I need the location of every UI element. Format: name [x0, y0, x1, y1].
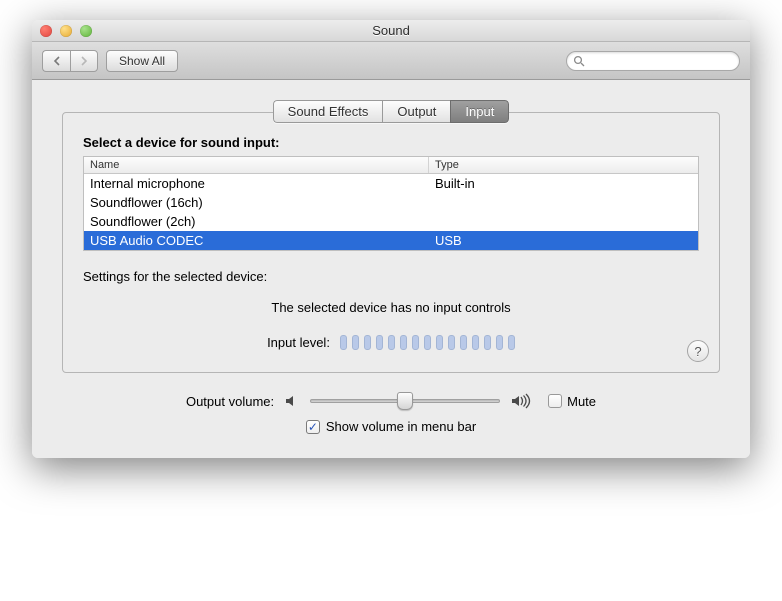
search-input[interactable] [589, 54, 733, 68]
level-led [400, 335, 407, 350]
level-led [436, 335, 443, 350]
device-type: USB [429, 232, 698, 249]
level-led [460, 335, 467, 350]
toolbar: Show All [32, 42, 750, 80]
bottom-controls: Output volume: Mute ✓ Show volume in men… [62, 393, 720, 434]
speaker-low-icon [284, 393, 300, 409]
input-panel: Select a device for sound input: Name Ty… [62, 112, 720, 373]
show-volume-label: Show volume in menu bar [326, 419, 476, 434]
checkbox-icon [548, 394, 562, 408]
device-row[interactable]: USB Audio CODEC USB [84, 231, 698, 250]
select-device-label: Select a device for sound input: [83, 135, 699, 150]
column-name[interactable]: Name [84, 157, 429, 173]
content-area: Sound Effects Output Input Select a devi… [32, 80, 750, 458]
level-led [448, 335, 455, 350]
column-type[interactable]: Type [429, 157, 698, 173]
help-button[interactable]: ? [687, 340, 709, 362]
show-volume-checkbox[interactable]: ✓ Show volume in menu bar [306, 419, 476, 434]
mute-label: Mute [567, 394, 596, 409]
device-name: Soundflower (16ch) [84, 194, 429, 211]
tab-output[interactable]: Output [382, 100, 450, 123]
nav-segment [42, 50, 98, 72]
device-type [429, 213, 698, 230]
level-led [484, 335, 491, 350]
output-volume-row: Output volume: Mute [186, 393, 596, 409]
search-icon [573, 55, 585, 67]
back-button[interactable] [42, 50, 70, 72]
mute-checkbox[interactable]: Mute [548, 394, 596, 409]
no-input-controls-message: The selected device has no input control… [83, 300, 699, 315]
level-led [424, 335, 431, 350]
search-field[interactable] [566, 51, 740, 71]
slider-knob[interactable] [397, 392, 413, 410]
level-led [496, 335, 503, 350]
tab-sound-effects[interactable]: Sound Effects [273, 100, 383, 123]
input-level-row: Input level: [83, 335, 699, 350]
level-led [472, 335, 479, 350]
device-type: Built-in [429, 175, 698, 192]
device-name: Internal microphone [84, 175, 429, 192]
tab-input[interactable]: Input [450, 100, 509, 123]
device-type [429, 194, 698, 211]
level-led [352, 335, 359, 350]
device-row[interactable]: Soundflower (16ch) [84, 193, 698, 212]
titlebar: Sound [32, 20, 750, 42]
output-volume-label: Output volume: [186, 394, 274, 409]
speaker-high-icon [510, 393, 532, 409]
output-volume-slider[interactable] [310, 399, 500, 403]
level-led [364, 335, 371, 350]
device-row[interactable]: Internal microphone Built-in [84, 174, 698, 193]
device-table: Name Type Internal microphone Built-in S… [83, 156, 699, 251]
forward-button[interactable] [70, 50, 98, 72]
window-title: Sound [32, 23, 750, 38]
device-name: USB Audio CODEC [84, 232, 429, 249]
level-led [340, 335, 347, 350]
sound-preferences-window: Sound Show All Sound Effects Output Inpu… [32, 20, 750, 458]
checkbox-icon: ✓ [306, 420, 320, 434]
input-level-label: Input level: [267, 335, 330, 350]
level-led [508, 335, 515, 350]
device-table-header: Name Type [84, 157, 698, 174]
level-led [388, 335, 395, 350]
device-row[interactable]: Soundflower (2ch) [84, 212, 698, 231]
input-level-meter [340, 335, 515, 350]
show-all-button[interactable]: Show All [106, 50, 178, 72]
level-led [376, 335, 383, 350]
level-led [412, 335, 419, 350]
device-name: Soundflower (2ch) [84, 213, 429, 230]
tab-bar: Sound Effects Output Input [62, 100, 720, 123]
settings-label: Settings for the selected device: [83, 269, 699, 284]
